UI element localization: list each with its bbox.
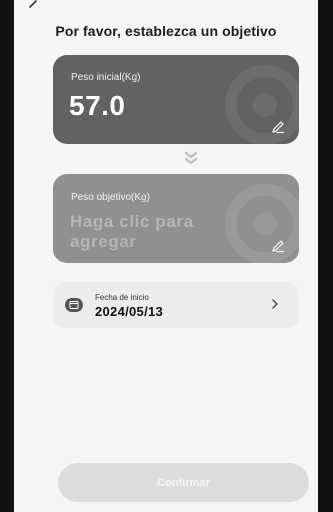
app-screen: Por favor, establezca un objetivo Peso i…	[14, 0, 318, 512]
right-border	[318, 0, 333, 512]
initial-weight-label: Peso inicial(Kg)	[71, 72, 141, 83]
target-weight-label: Peso objetivo(Kg)	[71, 192, 150, 203]
scale-watermark-icon	[225, 184, 299, 263]
page-title: Por favor, establezca un objetivo	[55, 23, 277, 39]
chevron-right-icon	[272, 299, 278, 309]
target-weight-placeholder: Haga clic para agregar	[70, 212, 194, 251]
calendar-icon	[65, 298, 83, 312]
start-date-label: Fecha de inicio	[95, 293, 149, 302]
pencil-icon[interactable]	[271, 239, 285, 253]
left-border	[0, 0, 14, 512]
scale-watermark-icon	[225, 65, 299, 144]
initial-weight-value: 57.0	[69, 90, 126, 121]
initial-weight-card[interactable]: Peso inicial(Kg) 57.0	[53, 55, 299, 144]
start-date-row[interactable]: Fecha de inicio 2024/05/13	[53, 282, 299, 328]
confirm-button[interactable]: Confirmar	[58, 463, 309, 502]
target-weight-card[interactable]: Peso objetivo(Kg) Haga clic para agregar	[53, 174, 299, 263]
pencil-icon[interactable]	[271, 120, 285, 134]
chevrons-down-icon	[184, 151, 198, 165]
start-date-value: 2024/05/13	[95, 304, 164, 319]
back-arrow-icon[interactable]	[26, 0, 40, 14]
